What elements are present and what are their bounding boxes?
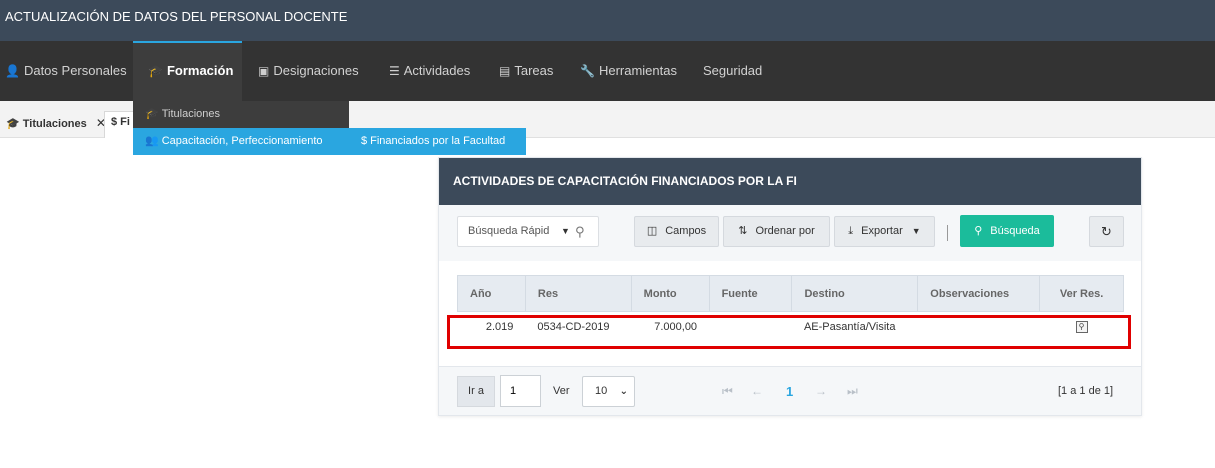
cell-res: 0534-CD-2019 xyxy=(537,320,610,333)
ordenar-label: Ordenar por xyxy=(755,225,815,237)
panel-title: ACTIVIDADES DE CAPACITACIÓN FINANCIADOS … xyxy=(439,158,1141,205)
menu-label: Financiados por la Facultad xyxy=(370,135,506,147)
cell-ver-res: ⚲ xyxy=(1040,312,1124,342)
columns-icon: ◫ xyxy=(646,225,658,237)
user-icon: 👤 xyxy=(5,64,20,78)
sort-icon: ⇅ xyxy=(738,225,748,237)
go-to-page-button[interactable]: Ir a xyxy=(457,376,495,407)
column-header-monto[interactable]: Monto xyxy=(630,275,710,312)
ordenar-button[interactable]: ⇅ Ordenar por xyxy=(723,216,830,247)
column-header-fuente[interactable]: Fuente xyxy=(708,275,793,312)
caret-down-icon: ▼ xyxy=(561,226,570,236)
column-header-ver-res[interactable]: Ver Res. xyxy=(1039,275,1124,312)
nav-seguridad[interactable]: Seguridad xyxy=(703,41,762,101)
column-header-observaciones[interactable]: Observaciones xyxy=(917,275,1041,312)
nav-tareas[interactable]: ▤ Tareas xyxy=(499,41,553,101)
id-card-icon: ▣ xyxy=(258,64,270,78)
per-page-label: Ver xyxy=(553,385,570,397)
toolbar-divider xyxy=(947,225,948,241)
dollar-icon: $ xyxy=(361,135,368,147)
nav-label: Seguridad xyxy=(703,63,763,78)
search-icon: ⚲ xyxy=(974,225,983,237)
grid-toolbar: Búsqueda Rápid ▼ ⚲ ◫ Campos ⇅ Ordenar por … xyxy=(439,205,1141,261)
view-document-icon[interactable]: ⚲ xyxy=(1075,321,1088,334)
nav-label: Tareas xyxy=(514,63,554,78)
pagination-bar: Ir a Ver 10 ⌄ ⏮ ← 1 → ⏭ [1 a 1 de 1] xyxy=(439,366,1141,415)
table-header-row: Año Res Monto Fuente Destino Observacion… xyxy=(457,275,1124,312)
current-page[interactable]: 1 xyxy=(786,376,793,407)
cell-anio: 2.019 xyxy=(485,320,514,333)
per-page-select[interactable]: 10 ⌄ xyxy=(582,376,635,407)
nav-actividades[interactable]: ☰ Actividades xyxy=(389,41,470,101)
nav-herramientas[interactable]: 🔧 Herramientas xyxy=(580,41,677,101)
quick-search-select[interactable]: Búsqueda Rápid ▼ ⚲ xyxy=(457,216,599,247)
column-header-anio[interactable]: Año xyxy=(457,275,526,312)
clipboard-icon: ▤ xyxy=(499,64,511,78)
results-table: Año Res Monto Fuente Destino Observacion… xyxy=(457,275,1124,342)
first-page-icon[interactable]: ⏮ xyxy=(722,376,733,407)
next-page-icon[interactable]: → xyxy=(815,376,827,407)
campos-label: Campos xyxy=(665,225,707,237)
nav-label: Designaciones xyxy=(273,63,359,78)
people-icon: 👥 xyxy=(145,135,159,147)
tab-label: Titulaciones xyxy=(22,118,87,130)
menu-item-capacitacion[interactable]: 👥 Capacitación, Perfeccionamiento xyxy=(133,128,349,155)
tab-titulaciones[interactable]: 🎓 Titulaciones ✕ xyxy=(0,112,112,139)
nav-label: Formación xyxy=(166,63,234,78)
graduation-cap-icon: 🎓 xyxy=(6,118,20,130)
nav-designaciones[interactable]: ▣ Designaciones xyxy=(258,41,359,101)
nav-label: Actividades xyxy=(403,63,471,78)
main-navbar: 👤 Datos Personales 🎓 Formación ▣ Designacio… xyxy=(0,41,1215,101)
last-page-icon[interactable]: ⏭ xyxy=(847,376,858,407)
search-icon[interactable]: ⚲ xyxy=(575,217,585,246)
busqueda-label: Búsqueda xyxy=(990,225,1040,237)
refresh-button[interactable]: ↻ xyxy=(1089,216,1124,247)
column-header-res[interactable]: Res xyxy=(524,275,632,312)
nav-label: Datos Personales xyxy=(23,63,127,78)
app-title: ACTUALIZACIÓN DE DATOS DEL PERSONAL DOCE… xyxy=(5,9,348,24)
menu-label: Titulaciones xyxy=(161,108,220,120)
column-header-destino[interactable]: Destino xyxy=(791,275,919,312)
busqueda-button[interactable]: ⚲ Búsqueda xyxy=(960,215,1054,247)
download-icon: ⤓ xyxy=(848,225,854,237)
menu-item-financiados[interactable]: $ Financiados por la Facultad xyxy=(349,128,526,155)
prev-page-icon[interactable]: ← xyxy=(751,376,763,407)
formacion-dropdown: 🎓 Titulaciones 👥 Capacitación, Perfecciona… xyxy=(133,101,526,155)
graduation-cap-icon: 🎓 xyxy=(148,64,163,78)
refresh-icon: ↻ xyxy=(1101,224,1112,239)
activities-panel: ACTIVIDADES DE CAPACITACIÓN FINANCIADOS … xyxy=(438,157,1142,416)
menu-label: Capacitación, Perfeccionamiento xyxy=(161,135,323,147)
page-number-input[interactable] xyxy=(500,375,541,407)
campos-button[interactable]: ◫ Campos xyxy=(634,216,719,247)
caret-down-icon: ▼ xyxy=(911,226,921,236)
wrench-icon: 🔧 xyxy=(580,64,595,78)
tab-label: $ Fi xyxy=(111,116,130,128)
results-grid: Año Res Monto Fuente Destino Observacion… xyxy=(457,275,1124,342)
nav-label: Herramientas xyxy=(598,63,677,78)
per-page-value: 10 xyxy=(595,385,608,397)
page-range: [1 a 1 de 1] xyxy=(1058,385,1114,397)
graduation-cap-icon: 🎓 xyxy=(145,108,159,120)
menu-item-titulaciones[interactable]: 🎓 Titulaciones xyxy=(133,101,349,128)
cell-destino: AE-Pasantía/Visita xyxy=(803,320,896,333)
table-row[interactable]: 2.019 0534-CD-2019 7.000,00 AE-Pasantía/… xyxy=(458,312,1124,342)
quick-search-label: Búsqueda Rápid xyxy=(468,225,550,237)
nav-datos-personales[interactable]: 👤 Datos Personales xyxy=(5,41,127,101)
cell-fuente xyxy=(709,312,792,342)
exportar-label: Exportar xyxy=(861,225,903,237)
cell-monto: 7.000,00 xyxy=(654,320,698,333)
exportar-button[interactable]: ⤓ Exportar ▼ xyxy=(834,216,935,247)
app-header: ACTUALIZACIÓN DE DATOS DEL PERSONAL DOCE… xyxy=(0,0,1215,41)
nav-formacion[interactable]: 🎓 Formación xyxy=(133,41,242,101)
chevron-down-icon: ⌄ xyxy=(619,386,628,397)
cell-observaciones xyxy=(918,312,1040,342)
list-icon: ☰ xyxy=(389,64,400,78)
